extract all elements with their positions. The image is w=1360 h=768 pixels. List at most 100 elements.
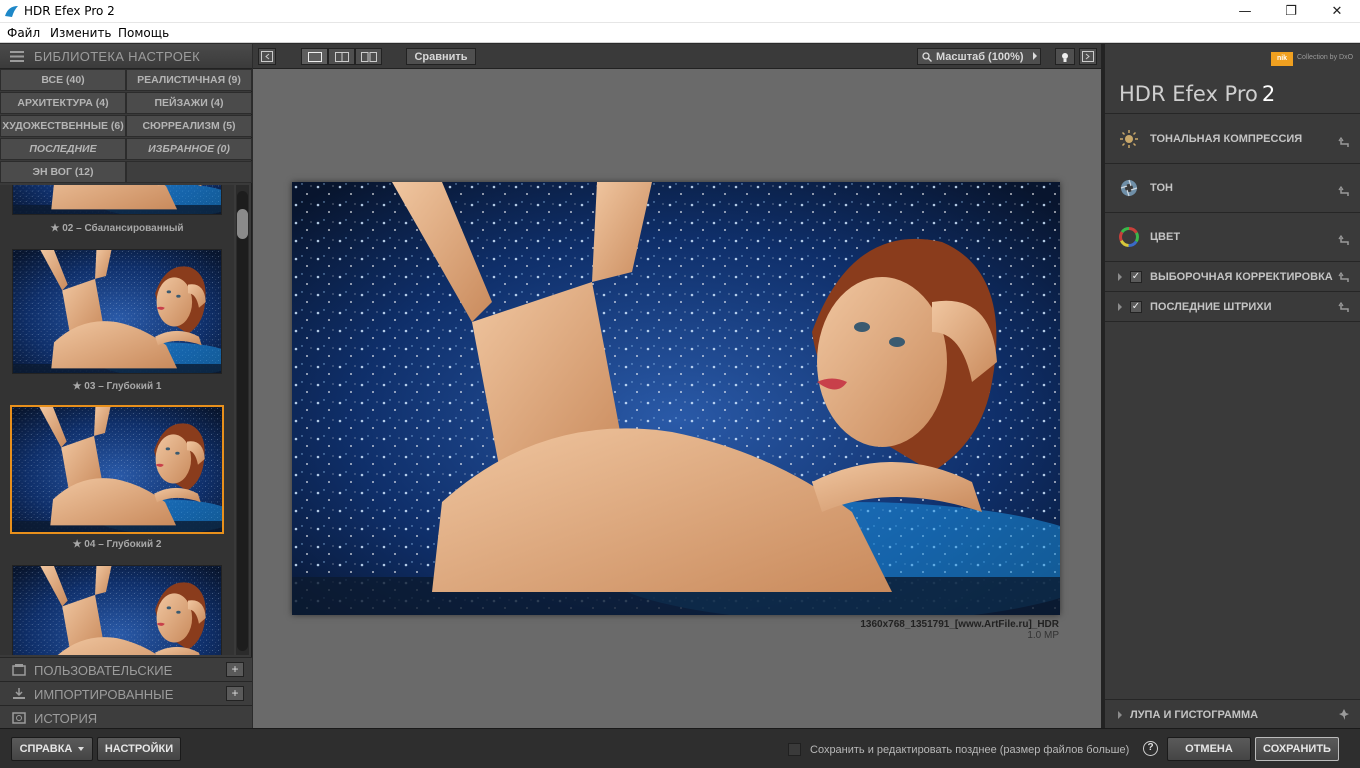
section-loupe-histogram[interactable]: ЛУПА И ГИСТОГРАММА (1105, 699, 1360, 728)
reset-icon[interactable] (1338, 234, 1350, 246)
section-selective-adjustments[interactable]: ✓ ВЫБОРОЧНАЯ КОРРЕКТИРОВКА (1105, 262, 1360, 292)
side-by-side-icon (360, 51, 377, 62)
menu-edit[interactable]: Изменить (50, 26, 112, 40)
view-toolbar: Сравнить Масштаб (100%) (253, 44, 1101, 69)
import-icon (13, 688, 25, 699)
product-header: nik Collection by DxO HDR Efex Pro 2 (1105, 44, 1360, 114)
expand-arrow-icon[interactable] (1118, 711, 1122, 719)
aperture-icon (1120, 179, 1138, 197)
chevron-down-icon (78, 747, 85, 751)
save-later-label: Сохранить и редактировать позднее (разме… (810, 744, 1130, 756)
image-info: 1360x768_1351791_[www.ArtFile.ru]_HDR 1.… (860, 619, 1059, 641)
image-filename: 1360x768_1351791_[www.ArtFile.ru]_HDR (860, 619, 1059, 630)
section-custom-label: ПОЛЬЗОВАТЕЛЬСКИЕ (34, 663, 173, 678)
section-finishing[interactable]: ✓ ПОСЛЕДНИЕ ШТРИХИ (1105, 292, 1360, 322)
preset-thumbnail[interactable] (12, 249, 222, 374)
split-view-button[interactable] (328, 48, 355, 65)
single-view-button[interactable] (301, 48, 328, 65)
reset-icon[interactable] (1338, 136, 1350, 148)
preset-caption: ★ 02 – Сбалансированный (50, 223, 184, 234)
adjustments-panel: nik Collection by DxO HDR Efex Pro 2 ТОНА… (1101, 44, 1360, 728)
sun-icon (1120, 130, 1138, 148)
preset-scrollbar[interactable] (236, 185, 249, 655)
preset-thumbnail[interactable] (12, 185, 222, 215)
scrollbar-thumb[interactable] (237, 209, 248, 239)
preset-caption: ★ 04 – Глубокий 2 (72, 539, 162, 550)
split-view-icon (334, 51, 349, 62)
section-color[interactable]: ЦВЕТ (1105, 213, 1360, 262)
panel-toggle-icon (261, 51, 273, 62)
nik-logo: nik (1271, 52, 1293, 66)
chevron-right-icon (1033, 52, 1037, 60)
magnifier-icon (922, 51, 932, 62)
app-icon (5, 6, 18, 17)
help-icon[interactable]: ? (1143, 741, 1158, 756)
section-imported[interactable]: ИМПОРТИРОВАННЫЕ + (0, 681, 252, 705)
hide-controls-button[interactable] (1079, 48, 1097, 65)
menu-file[interactable]: Файл (7, 26, 40, 40)
menu-help[interactable]: Помощь (118, 26, 169, 40)
reset-icon[interactable] (1338, 185, 1350, 197)
category-favorites[interactable]: ИЗБРАННОЕ (0) (126, 138, 252, 160)
preview-image[interactable] (292, 182, 1060, 615)
hide-library-button[interactable] (258, 48, 276, 65)
library-header[interactable]: БИБЛИОТЕКА НАСТРОЕК (0, 44, 252, 69)
category-landscapes[interactable]: ПЕЙЗАЖИ (4) (126, 92, 252, 114)
section-imported-label: ИМПОРТИРОВАННЫЕ (34, 687, 174, 702)
preset-thumbnail-list: ★ 02 – Сбалансированный ★ 03 – Глубокий … (0, 185, 234, 655)
category-realistic[interactable]: РЕАЛИСТИЧНАЯ (9) (126, 69, 252, 91)
preset-thumbnail-selected[interactable] (10, 405, 224, 534)
preset-caption: ★ 03 – Глубокий 1 (72, 381, 162, 392)
preset-thumbnail[interactable] (12, 565, 222, 655)
library-title: БИБЛИОТЕКА НАСТРОЕК (34, 49, 200, 64)
settings-button[interactable]: НАСТРОЙКИ (97, 737, 181, 761)
save-button[interactable]: СОХРАНИТЬ (1255, 737, 1339, 761)
section-tonal-compression[interactable]: ТОНАЛЬНАЯ КОМПРЕССИЯ (1105, 115, 1360, 164)
category-recent[interactable]: ПОСЛЕДНИЕ (0, 138, 126, 160)
panel-toggle-icon (1082, 51, 1094, 62)
menu-bar: Файл Изменить Помощь (0, 23, 1360, 43)
reset-icon[interactable] (1338, 271, 1350, 283)
single-view-icon (307, 51, 322, 62)
zoom-dropdown[interactable]: Масштаб (100%) (917, 48, 1041, 65)
side-by-side-button[interactable] (355, 48, 382, 65)
list-icon (10, 51, 24, 62)
add-imported-preset-button[interactable]: + (226, 686, 244, 701)
pin-icon[interactable] (1338, 709, 1350, 721)
color-wheel-icon (1119, 227, 1139, 247)
category-artistic[interactable]: ХУДОЖЕСТВЕННЫЕ (6) (0, 115, 126, 137)
background-brightness-button[interactable] (1055, 48, 1075, 65)
preset-library-panel: БИБЛИОТЕКА НАСТРОЕК ВСЕ (40) РЕАЛИСТИЧНА… (0, 44, 252, 729)
section-tone[interactable]: ТОН (1105, 164, 1360, 213)
category-en-vogue[interactable]: ЭН ВОГ (12) (0, 161, 126, 183)
minimize-button[interactable]: — (1222, 0, 1268, 23)
category-empty (126, 161, 252, 183)
selective-adjustments-checkbox[interactable]: ✓ (1130, 271, 1142, 283)
bulb-icon (1062, 52, 1068, 62)
product-title: HDR Efex Pro 2 (1119, 82, 1276, 106)
compare-button[interactable]: Сравнить (406, 48, 476, 65)
expand-arrow-icon[interactable] (1118, 273, 1122, 281)
cancel-button[interactable]: ОТМЕНА (1167, 737, 1251, 761)
window-title: HDR Efex Pro 2 (24, 4, 115, 18)
history-icon (12, 712, 26, 724)
category-architecture[interactable]: АРХИТЕКТУРА (4) (0, 92, 126, 114)
maximize-button[interactable]: ❐ (1268, 0, 1314, 23)
section-history[interactable]: ИСТОРИЯ (0, 705, 252, 729)
save-later-checkbox[interactable] (788, 743, 801, 756)
title-bar: HDR Efex Pro 2 — ❐ ✕ (0, 0, 1360, 23)
category-all[interactable]: ВСЕ (40) (0, 69, 126, 91)
expand-arrow-icon[interactable] (1118, 303, 1122, 311)
section-custom[interactable]: ПОЛЬЗОВАТЕЛЬСКИЕ + (0, 657, 252, 681)
close-button[interactable]: ✕ (1314, 0, 1360, 23)
add-custom-preset-button[interactable]: + (226, 662, 244, 677)
zoom-label: Масштаб (100%) (936, 50, 1024, 63)
category-surreal[interactable]: СЮРРЕАЛИЗМ (5) (126, 115, 252, 137)
nik-logo-subtitle: Collection by DxO (1297, 54, 1354, 61)
help-dropdown-button[interactable]: СПРАВКА (11, 737, 93, 761)
custom-presets-icon (12, 664, 26, 676)
footer-bar: СПРАВКА НАСТРОЙКИ Сохранить и редактиров… (0, 728, 1360, 768)
reset-icon[interactable] (1338, 301, 1350, 313)
section-history-label: ИСТОРИЯ (34, 711, 98, 726)
finishing-checkbox[interactable]: ✓ (1130, 301, 1142, 313)
